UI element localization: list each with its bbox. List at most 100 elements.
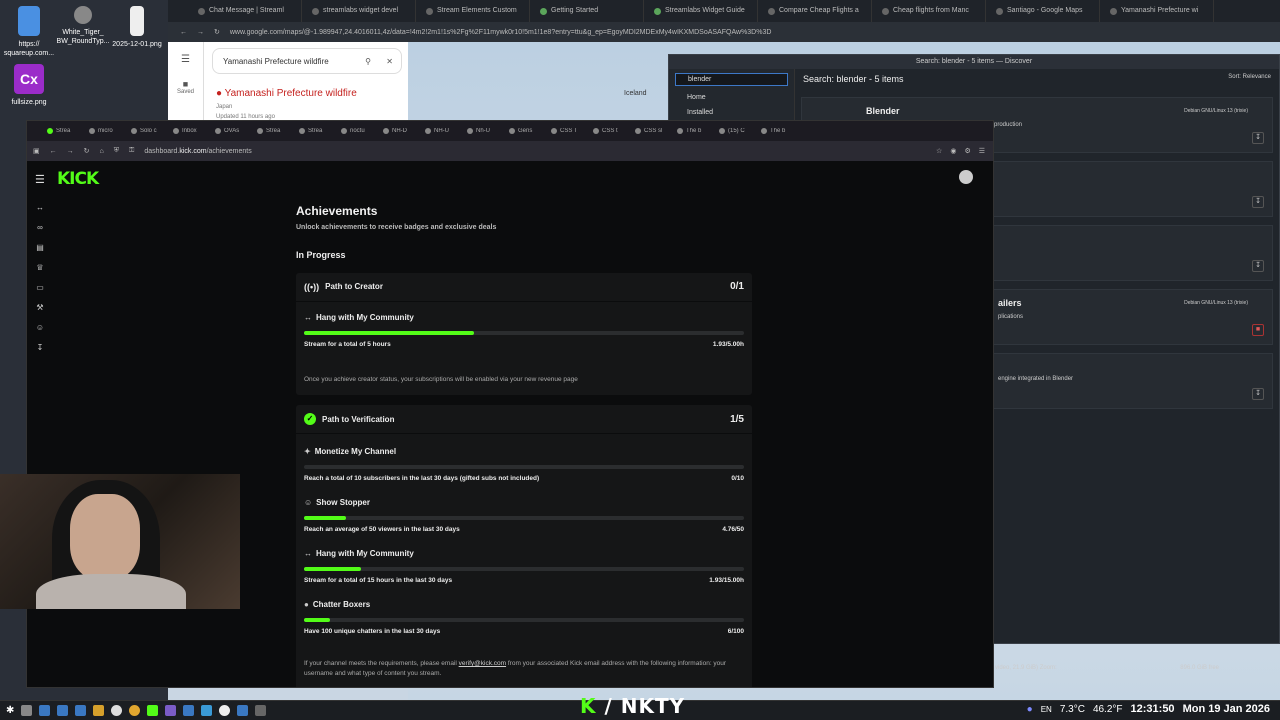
menu-icon[interactable]: ☰: [979, 147, 985, 155]
forward-icon[interactable]: →: [197, 29, 204, 36]
download-icon[interactable]: ↧: [35, 343, 45, 353]
broadcast-icon[interactable]: ↔: [35, 203, 45, 213]
taskbar-app-icon[interactable]: [165, 705, 177, 716]
firefox-tab[interactable]: CSS T: [551, 128, 591, 134]
sort-dropdown[interactable]: Sort: Relevance: [1228, 74, 1271, 84]
users-icon[interactable]: ☺: [35, 323, 45, 333]
avatar[interactable]: [959, 170, 973, 184]
firefox-tab[interactable]: NH-U: [425, 128, 465, 134]
group-count: 0/1: [730, 281, 744, 292]
url-path: /achievements: [206, 147, 252, 155]
sidebar-icon[interactable]: ▣: [33, 147, 40, 155]
taskbar-app-icon[interactable]: [183, 705, 195, 716]
chrome-tab[interactable]: Compare Cheap Flights a: [758, 0, 872, 22]
chrome-tab[interactable]: Santiago - Google Maps: [986, 0, 1100, 22]
back-icon[interactable]: ←: [180, 29, 187, 36]
broadcast-icon: ↔: [304, 313, 312, 322]
verify-email-link[interactable]: verify@kick.com: [459, 660, 506, 667]
firefox-tab[interactable]: Inbox: [173, 128, 213, 134]
back-icon[interactable]: ←: [50, 148, 57, 155]
chart-icon[interactable]: ▤: [35, 243, 45, 253]
bookmark-star-icon[interactable]: ☆: [936, 147, 942, 155]
taskbar-app-icon[interactable]: [255, 705, 267, 716]
wrench-icon[interactable]: ⚒: [35, 303, 45, 313]
chrome-tab[interactable]: Cheap flights from Manc: [872, 0, 986, 22]
broadcast-icon: ((•)): [304, 281, 320, 292]
creator-note: Once you achieve creator status, your su…: [304, 376, 578, 383]
taskbar-app-icon[interactable]: [237, 705, 249, 716]
install-icon[interactable]: ↧: [1252, 196, 1264, 208]
install-icon[interactable]: ↧: [1252, 260, 1264, 272]
firefox-tab[interactable]: The b: [761, 128, 801, 134]
address-bar[interactable]: dashboard.kick.com/achievements: [144, 148, 251, 155]
saved-icon[interactable]: ■: [168, 79, 203, 89]
taskbar-app-icon[interactable]: [57, 705, 69, 716]
firefox-tab[interactable]: OVAs: [215, 128, 255, 134]
firefox-tab[interactable]: Nh-U: [467, 128, 507, 134]
maps-result-title[interactable]: ● Yamanashi Prefecture wildfire: [216, 88, 357, 99]
hamburger-menu-icon[interactable]: ☰: [35, 173, 45, 186]
obs-icon[interactable]: [219, 705, 231, 716]
message-icon[interactable]: ▭: [35, 283, 45, 293]
desktop-icon-white-tiger[interactable]: White_Tiger_ BW_RoundTyp...: [54, 6, 112, 46]
install-icon[interactable]: ↧: [1252, 132, 1264, 144]
firefox-tab[interactable]: noctu: [341, 128, 381, 134]
chrome-tab[interactable]: Chat Message | Streaml: [188, 0, 302, 22]
chrome-icon[interactable]: [129, 705, 141, 716]
clock-date[interactable]: Mon 19 Jan 2026: [1183, 703, 1270, 715]
taskbar-app-icon[interactable]: [93, 705, 105, 716]
clock-time[interactable]: 12:31:50: [1131, 703, 1175, 715]
taskbar-app-icon[interactable]: [111, 705, 123, 716]
install-icon[interactable]: ↧: [1252, 388, 1264, 400]
reload-icon[interactable]: ↻: [214, 28, 220, 36]
firefox-tab[interactable]: Solo c: [131, 128, 171, 134]
firefox-tab[interactable]: Strea: [257, 128, 297, 134]
maps-search-input[interactable]: Yamanashi Prefecture wildfire ⚲ ✕: [212, 48, 402, 74]
nav-item-installed[interactable]: Installed: [669, 105, 794, 120]
desktop-icon-fullsize[interactable]: Cx fullsize.png: [0, 64, 58, 107]
chrome-tab-active[interactable]: Yamanashi Prefecture wi: [1100, 0, 1214, 22]
firefox-tab[interactable]: Gens: [509, 128, 549, 134]
menu-icon[interactable]: ☰: [168, 54, 203, 65]
note-text: If your channel meets the requirements, …: [304, 660, 459, 667]
firefox-tab[interactable]: Strea: [47, 128, 87, 134]
language-indicator[interactable]: EN: [1041, 705, 1052, 714]
reload-icon[interactable]: ↻: [84, 147, 90, 155]
tab-label: Gens: [518, 128, 533, 134]
firefox-tab[interactable]: The b: [677, 128, 717, 134]
taskbar-app-icon[interactable]: [39, 705, 51, 716]
link-icon[interactable]: ∞: [35, 223, 45, 233]
discord-icon[interactable]: ●: [1027, 704, 1033, 715]
users-icon: ☺: [304, 498, 313, 507]
firefox-tab[interactable]: CSS sl: [635, 128, 675, 134]
discover-search-input[interactable]: blender: [675, 73, 788, 86]
start-menu-icon[interactable]: ✱: [6, 705, 14, 716]
nav-item-home[interactable]: Home: [669, 90, 794, 105]
firefox-tab[interactable]: CSS t: [593, 128, 633, 134]
firefox-tab[interactable]: NH-D: [383, 128, 423, 134]
chrome-tab[interactable]: Stream Elements Custom: [416, 0, 530, 22]
home-icon[interactable]: ⌂: [100, 148, 104, 155]
close-icon[interactable]: ✕: [386, 57, 393, 66]
taskbar-app-icon[interactable]: [75, 705, 87, 716]
firefox-tab[interactable]: Strea: [299, 128, 339, 134]
chrome-tab[interactable]: Getting Started: [530, 0, 644, 22]
desktop-icon-squareup[interactable]: https:// squareup.com...: [0, 6, 58, 58]
taskbar-app-icon[interactable]: [21, 705, 33, 716]
forward-icon[interactable]: →: [67, 148, 74, 155]
firefox-tab[interactable]: micro: [89, 128, 129, 134]
search-icon[interactable]: ⚲: [365, 57, 371, 66]
chrome-tab[interactable]: streamlabs widget devel: [302, 0, 416, 22]
chrome-tab[interactable]: Streamlabs Widget Guide: [644, 0, 758, 22]
remove-icon[interactable]: ■: [1252, 324, 1264, 336]
firefox-tab[interactable]: (15) C: [719, 128, 759, 134]
trophy-icon[interactable]: ♕: [35, 263, 45, 273]
kick-logo[interactable]: KICK: [57, 169, 99, 189]
extension-icon[interactable]: ◉: [950, 147, 956, 155]
address-bar[interactable]: www.google.com/maps/@-1.989947,24.401601…: [230, 29, 772, 36]
shield-icon[interactable]: ⛨: [114, 147, 119, 155]
puzzle-icon[interactable]: ⚙: [964, 147, 970, 155]
desktop-icon-png[interactable]: 2025-12-01.png: [108, 6, 166, 49]
taskbar-app-icon[interactable]: [147, 705, 159, 716]
taskbar-app-icon[interactable]: [201, 705, 213, 716]
